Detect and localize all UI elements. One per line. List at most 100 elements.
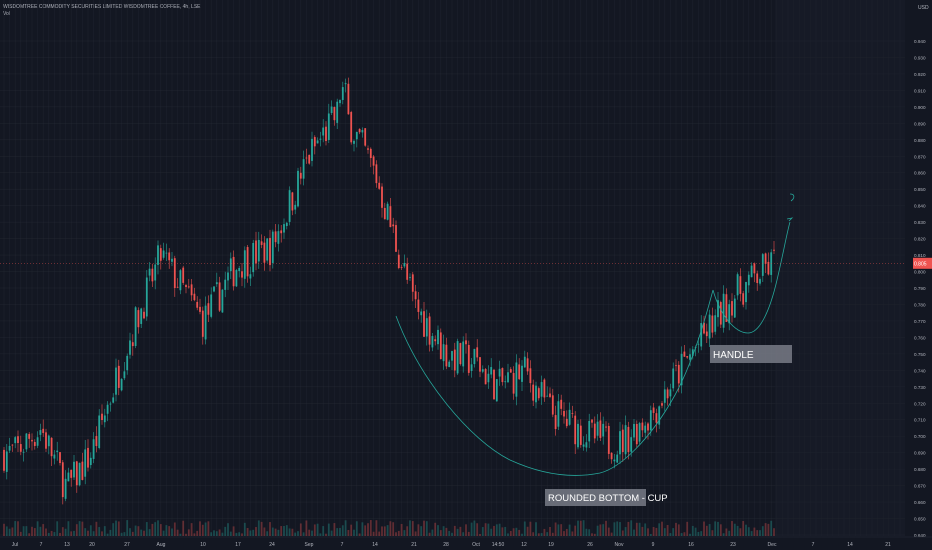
candle-body <box>666 389 669 399</box>
candle-body <box>568 409 571 425</box>
candle-body <box>389 206 392 228</box>
volume-bar <box>725 528 728 536</box>
candle-body <box>689 354 691 360</box>
volume-bar <box>8 528 11 536</box>
volume-bar <box>383 526 386 536</box>
candle-body <box>652 407 655 413</box>
volume-bar <box>235 532 238 536</box>
time-axis[interactable]: Jul 7 13 20 27 Aug 10 17 24 Sep 7 14 21 28 Oct 14:50 12 1… <box>0 536 932 548</box>
volume-bar <box>577 520 579 536</box>
volume-bar <box>602 524 605 536</box>
candle-body <box>84 449 87 477</box>
candle-body <box>756 273 759 283</box>
candle-body <box>297 170 299 207</box>
time-tick: 14 <box>372 542 378 548</box>
volume-bar <box>588 529 591 536</box>
volume-bar <box>649 533 652 536</box>
volume-bar <box>73 530 75 536</box>
candle-body <box>143 311 145 319</box>
volume-bar <box>554 522 557 536</box>
candle-body <box>316 140 319 144</box>
time-tick: 21 <box>885 542 891 548</box>
volume-bar <box>207 521 210 536</box>
candle-body <box>546 395 549 397</box>
volume-bar <box>529 521 532 536</box>
candle-body <box>31 439 33 442</box>
volume-bar <box>747 527 750 536</box>
volume-bar <box>635 522 638 536</box>
candle-body <box>616 454 619 463</box>
candle-body <box>187 286 190 288</box>
volume-bar <box>375 520 378 536</box>
volume-bar <box>378 531 381 536</box>
volume-bar <box>753 527 756 536</box>
candle-body <box>224 279 227 290</box>
candle-body <box>140 308 143 324</box>
price-axis[interactable]: USD 0.940 0.930 0.920 0.910 0.900 0.890 0.880 0.… <box>914 5 929 538</box>
volume-bar <box>339 527 341 536</box>
candle-body <box>540 382 543 397</box>
candle-body <box>532 384 535 401</box>
volume-bar <box>630 520 633 536</box>
candle-body <box>3 449 5 471</box>
candle-body <box>476 347 479 358</box>
price-tick: 0.810 <box>914 253 926 258</box>
volume-bar <box>140 529 143 536</box>
volume-bar <box>126 520 129 536</box>
volume-bar <box>683 532 686 536</box>
volume-bar <box>246 528 249 536</box>
volume-bar <box>451 532 453 536</box>
volume-bar <box>196 530 199 536</box>
volume-bar <box>607 527 610 536</box>
candle-body <box>95 436 98 447</box>
candle-body <box>193 293 196 301</box>
candle-body <box>176 286 179 288</box>
candle-body <box>64 478 67 499</box>
candle-body <box>669 389 672 397</box>
volume-bar <box>518 529 521 536</box>
candle-body <box>437 329 439 345</box>
volume-bar <box>355 521 358 536</box>
volume-bar <box>680 533 683 536</box>
candle-body <box>59 452 61 464</box>
volume-bar <box>257 520 260 536</box>
candle-body <box>434 339 437 342</box>
volume-bar <box>663 528 666 536</box>
volume-bar <box>745 524 747 536</box>
candle-body <box>764 253 767 264</box>
candle-body <box>596 421 599 436</box>
volume-bar <box>714 521 717 536</box>
candle-body <box>551 395 554 415</box>
candle-body <box>327 113 330 141</box>
volume-bar <box>182 520 185 536</box>
candle-body <box>98 415 101 449</box>
volume-bar <box>439 530 442 536</box>
candle-body <box>428 316 431 345</box>
candle-body <box>305 157 308 159</box>
volume-bar <box>400 523 403 536</box>
volume-bar <box>316 523 319 536</box>
volume-bar <box>557 524 560 536</box>
volume-bar <box>109 529 112 536</box>
volume-bar <box>498 523 501 536</box>
volume-bar <box>39 526 42 536</box>
candle-body <box>311 138 313 161</box>
candle-body <box>294 204 297 210</box>
volume-bar <box>591 533 593 536</box>
candle-body <box>742 293 745 305</box>
time-tick: 7 <box>812 542 815 548</box>
volume-bar <box>579 520 582 536</box>
candle-body <box>697 343 700 345</box>
candle-body <box>115 367 117 395</box>
volume-bar <box>691 525 694 536</box>
price-chart[interactable]: HANDLE ROUNDED BOTTOM - CUP USD 0.940 0.93… <box>0 0 932 550</box>
volume-bar <box>507 533 509 536</box>
candle-body <box>462 341 465 367</box>
candle-body <box>512 372 515 394</box>
volume-bar <box>708 524 711 536</box>
candle-body <box>753 263 756 274</box>
candle-body <box>89 457 92 466</box>
volume-bar <box>582 520 585 536</box>
candle-body <box>5 451 8 472</box>
candle-body <box>17 436 19 443</box>
